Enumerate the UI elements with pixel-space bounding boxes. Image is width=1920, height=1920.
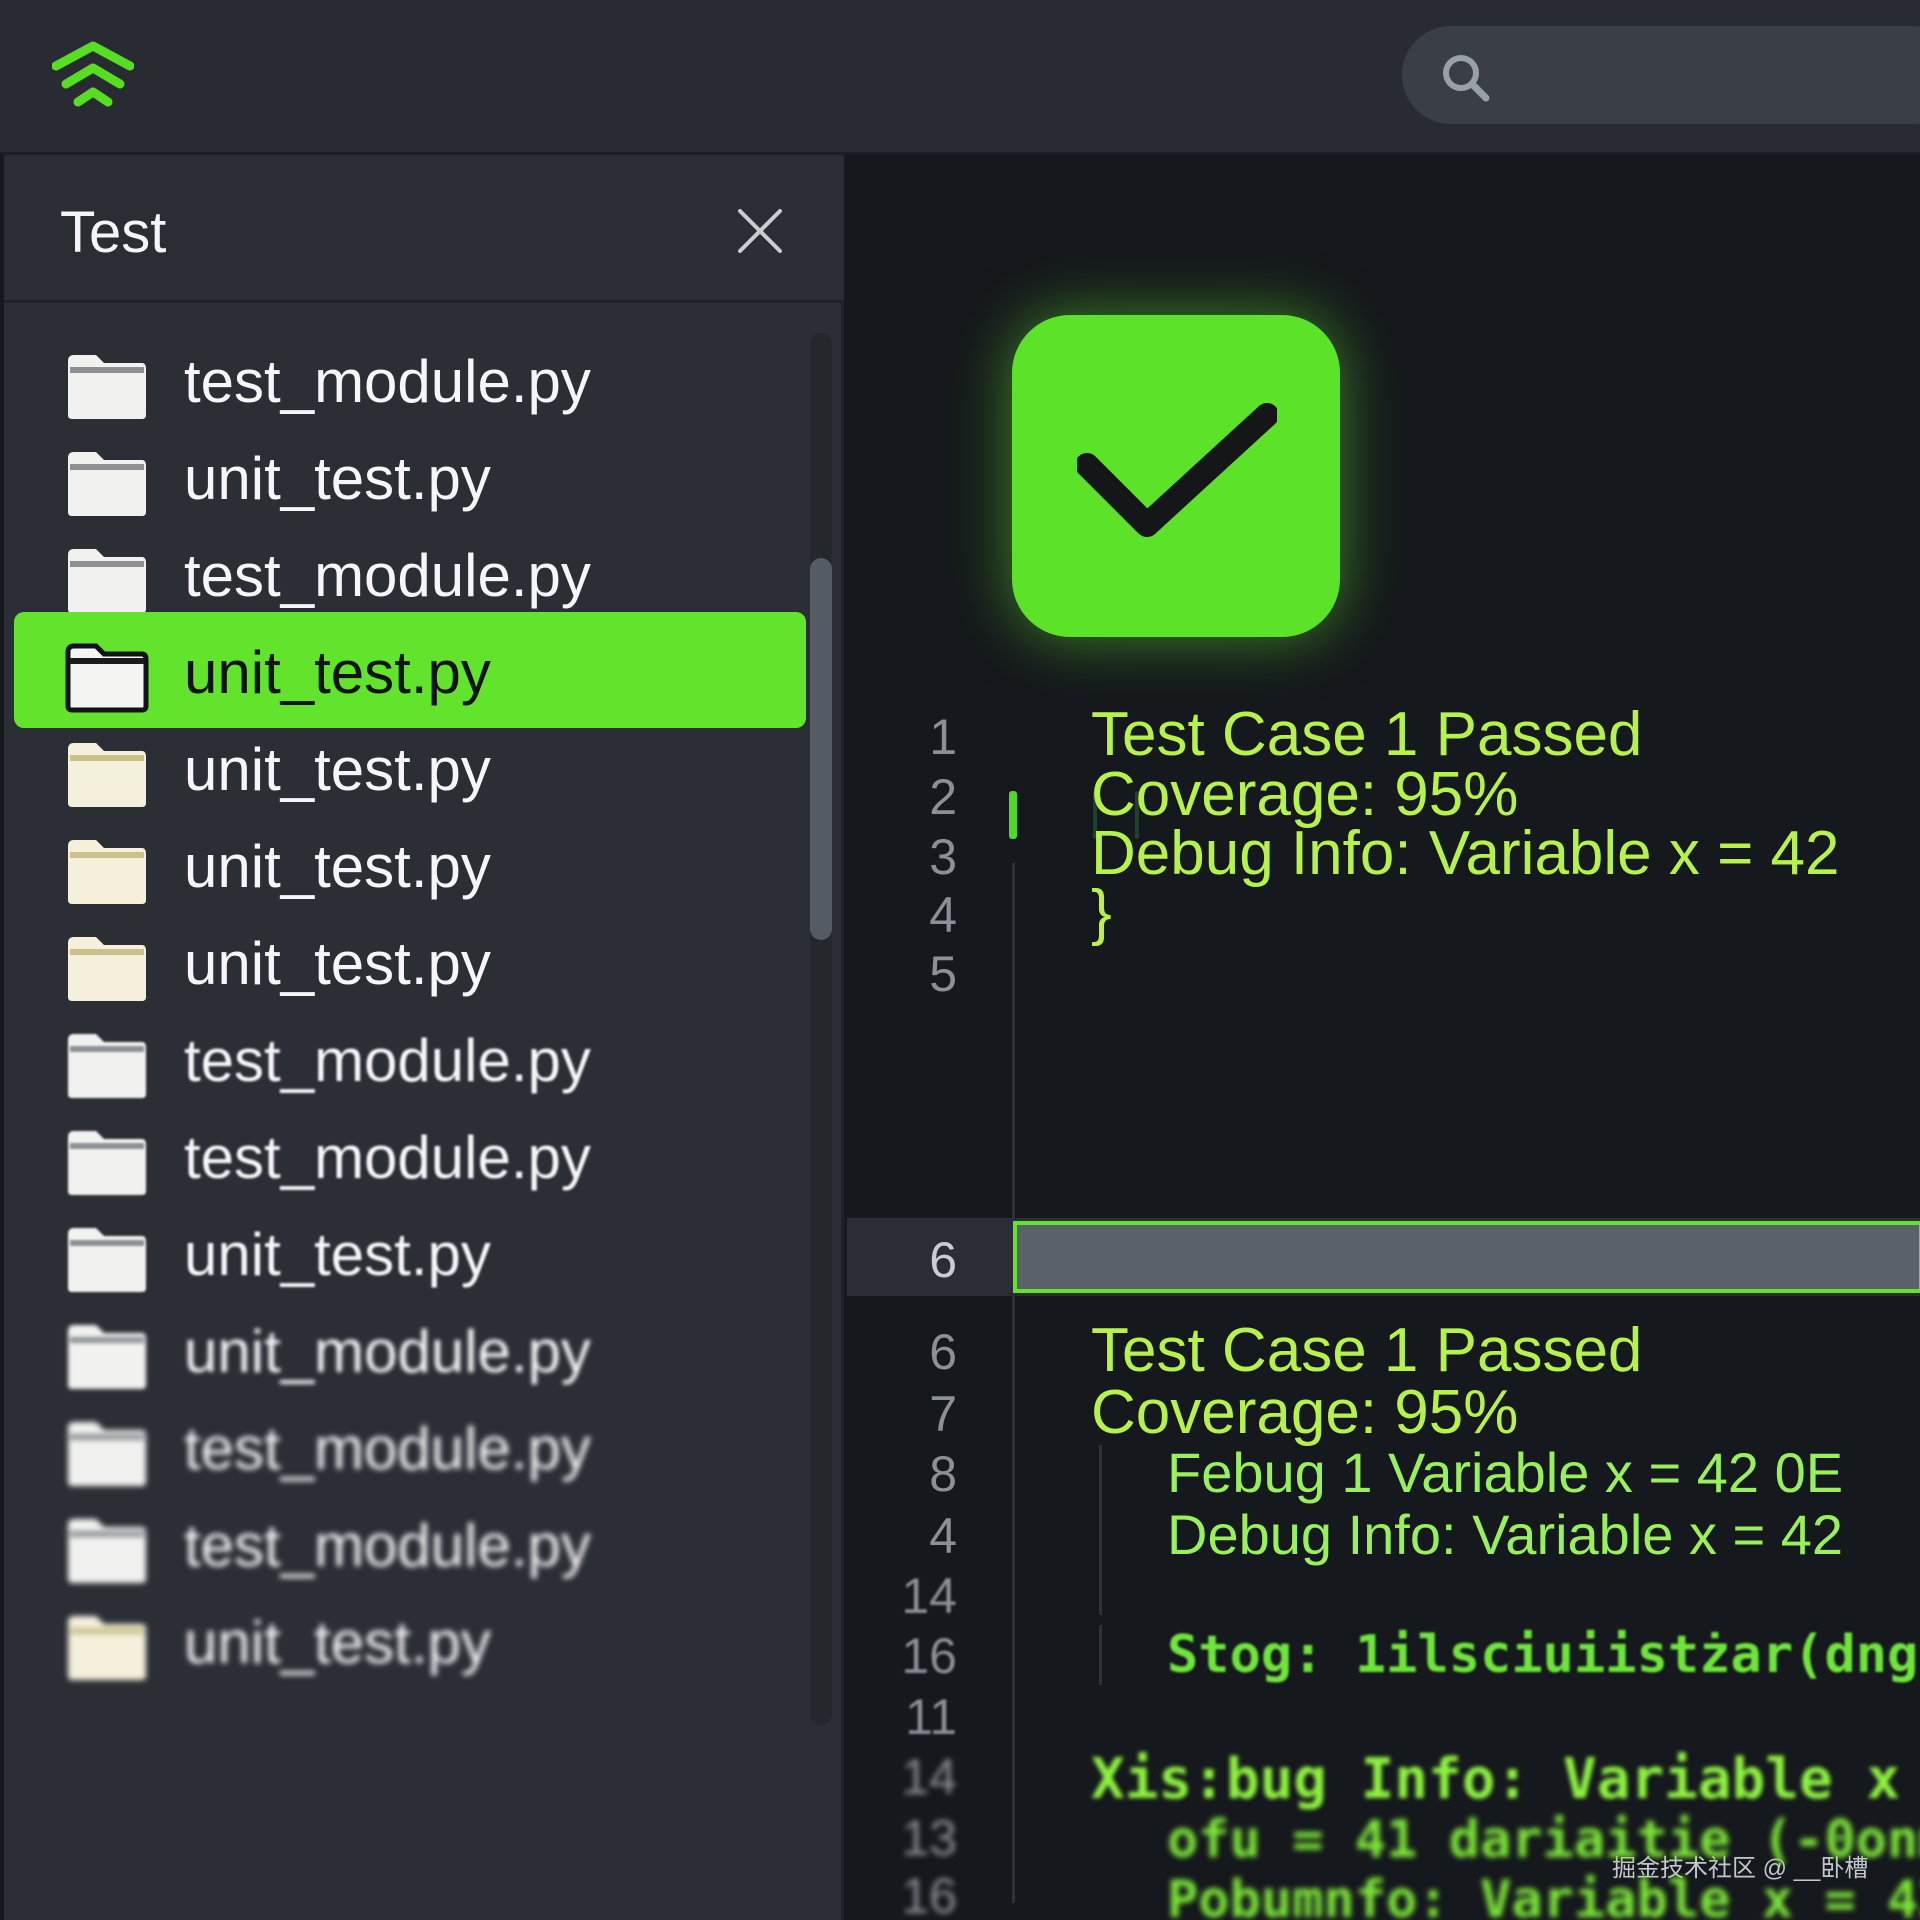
folder-icon: [64, 642, 150, 714]
file-name: test_module.py: [184, 1415, 591, 1482]
code-line[interactable]: }: [1091, 877, 1112, 948]
file-name: unit_test.py: [184, 930, 491, 997]
file-name: unit_test.py: [184, 1221, 491, 1288]
code-line[interactable]: Coverage: 95%: [1091, 1377, 1518, 1448]
folder-icon: [64, 1321, 150, 1393]
code-line[interactable]: Pobumnfo: Variable x = 42: [1167, 1870, 1920, 1920]
indent-guide: [1099, 1625, 1102, 1685]
line-number: 3: [929, 829, 957, 885]
line-number: 14: [901, 1749, 957, 1805]
code-line[interactable]: Stog: 1ilsciuiistżar(dng-: [1167, 1625, 1920, 1685]
code-line[interactable]: ofu = 41 dariaitie (-0onm: [1167, 1810, 1920, 1870]
file-name: unit_test.py: [184, 445, 491, 512]
line-number: 6: [929, 1324, 957, 1380]
folder-icon: [64, 1127, 150, 1199]
folder-icon: [64, 1515, 150, 1587]
line-number: 5: [929, 946, 957, 1002]
code-line[interactable]: Debug Info: Variable x = 42: [1167, 1502, 1843, 1567]
top-bar: [0, 0, 1920, 155]
line-number: 16: [901, 1868, 957, 1920]
file-name: unit_test.py: [184, 1609, 491, 1676]
folder-icon: [64, 1612, 150, 1684]
line-number: 4: [929, 887, 957, 943]
file-name: test_module.py: [184, 1512, 591, 1579]
file-panel: Test test_module.py unit_test.py test_modu…: [4, 155, 844, 1920]
line-number: 14: [901, 1568, 957, 1624]
code-line[interactable]: Test Case 1 Passed: [1091, 1315, 1642, 1386]
file-name: unit_module.py: [184, 1318, 591, 1385]
line-number: 13: [901, 1810, 957, 1866]
line-number: 11: [905, 1689, 957, 1745]
code-line[interactable]: Febug 1 Variable x = 42 0E: [1167, 1440, 1843, 1505]
folder-icon: [64, 351, 150, 423]
folder-icon: [64, 1224, 150, 1296]
folder-icon: [64, 545, 150, 617]
checkmark-icon: [1012, 315, 1340, 637]
folder-icon: [64, 739, 150, 811]
file-name: test_module.py: [184, 542, 591, 609]
close-icon[interactable]: [732, 203, 788, 259]
indent-guide: [1099, 1445, 1102, 1615]
search-input[interactable]: [1402, 26, 1920, 124]
editor-pane: 6 掘金技术社区 @ __卧槽 1 2 3 4 5 Test Case 1 Passed C…: [847, 155, 1920, 1920]
file-name: test_module.py: [184, 1124, 591, 1191]
line-number: 6: [929, 1232, 957, 1288]
wifi-chevrons-icon[interactable]: [51, 40, 135, 112]
scrollbar-track[interactable]: [810, 333, 832, 1725]
active-line-box[interactable]: [1013, 1221, 1920, 1293]
folder-icon: [64, 933, 150, 1005]
folder-icon: [64, 448, 150, 520]
file-item[interactable]: unit_test.py: [14, 1582, 806, 1698]
text-cursor: [1009, 791, 1017, 839]
search-icon: [1443, 55, 1490, 102]
panel-title: Test: [60, 200, 167, 265]
gutter-divider: [1012, 863, 1015, 1903]
line-number: 16: [901, 1628, 957, 1684]
line-number: 2: [929, 769, 957, 825]
panel-header: Test: [4, 155, 844, 303]
file-name: test_module.py: [184, 1027, 591, 1094]
line-number: 1: [929, 709, 957, 765]
line-number: 4: [929, 1508, 957, 1564]
code-line[interactable]: Xis:bug Info: Variable x = 4: [1091, 1747, 1920, 1812]
file-name: unit_test.py: [184, 639, 491, 706]
file-list: test_module.py unit_test.py test_module.py…: [4, 303, 844, 1920]
line-number: 7: [929, 1386, 957, 1442]
file-name: unit_test.py: [184, 833, 491, 900]
file-name: test_module.py: [184, 348, 591, 415]
folder-icon: [64, 836, 150, 908]
folder-icon: [64, 1418, 150, 1490]
file-name: unit_test.py: [184, 736, 491, 803]
code-line[interactable]: Debug Info: Variable x = 42: [1091, 818, 1840, 889]
scrollbar-thumb[interactable]: [810, 558, 832, 940]
folder-icon: [64, 1030, 150, 1102]
line-number: 8: [929, 1446, 957, 1502]
